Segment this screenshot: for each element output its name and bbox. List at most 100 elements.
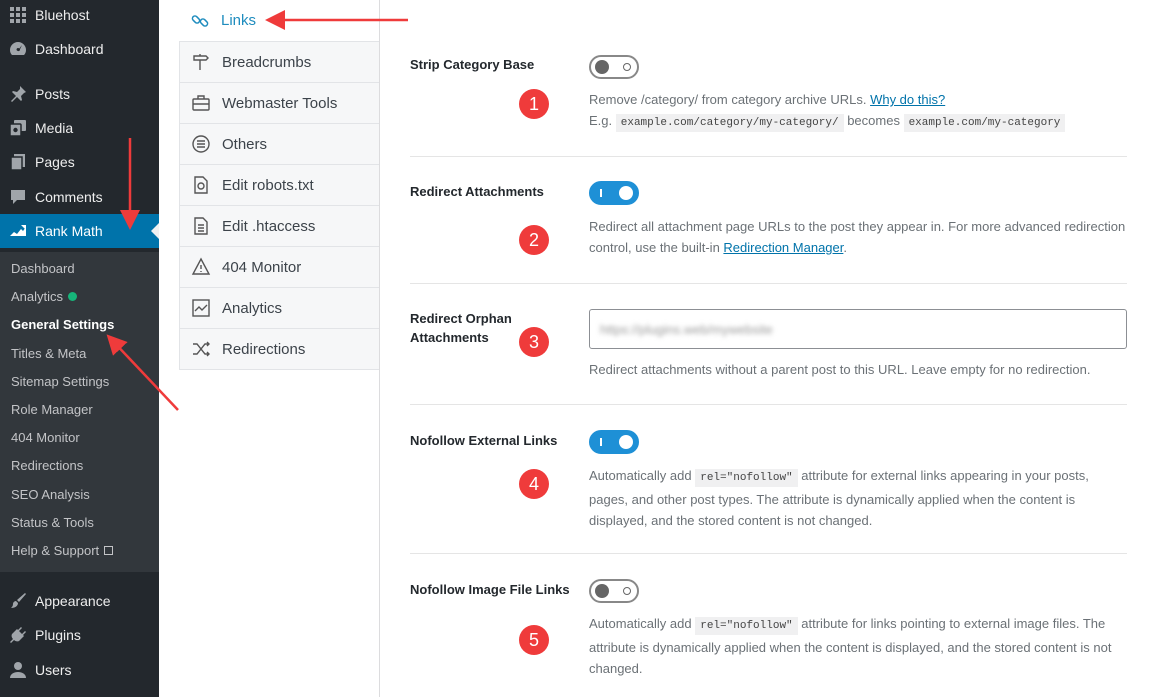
redirection-manager-link[interactable]: Redirection Manager: [723, 240, 843, 255]
divider: [410, 156, 1127, 157]
desc-text: Remove /category/ from category archive …: [589, 92, 871, 107]
input-value: https://plugins.web/mywebsite: [600, 321, 773, 337]
tab-label: Webmaster Tools: [222, 94, 338, 112]
redirect-attachments-toggle[interactable]: [589, 181, 639, 205]
strip-category-label: Strip Category Base: [410, 57, 535, 72]
tab-others[interactable]: Others: [179, 123, 380, 164]
submenu-item-role-manager[interactable]: Role Manager: [11, 402, 93, 417]
code-example: example.com/my-category: [903, 114, 1066, 132]
tab-breadcrumbs[interactable]: Breadcrumbs: [179, 41, 380, 82]
status-dot: [68, 292, 78, 301]
tab-edit-robots[interactable]: Edit robots.txt: [179, 164, 380, 205]
robot-file-icon: [180, 175, 222, 195]
tab-label: Edit .htaccess: [222, 217, 316, 235]
pages-icon: [0, 153, 35, 171]
active-indicator: [151, 223, 159, 239]
menu-item-pages[interactable]: Pages: [0, 145, 159, 179]
submenu-label: Sitemap Settings: [11, 374, 110, 389]
strip-category-toggle[interactable]: [589, 55, 639, 79]
tab-analytics[interactable]: Analytics: [179, 287, 380, 328]
toolbox-icon: [180, 93, 222, 113]
menu-label: Posts: [35, 86, 71, 102]
tab-label: Links: [221, 12, 257, 29]
desc-text: Redirect all attachment page URLs to the…: [589, 219, 1126, 255]
external-link-icon: [104, 546, 114, 555]
redirect-attachments-label: Redirect Attachments: [410, 184, 544, 199]
settings-panel: Strip Category Base Remove /category/ fr…: [380, 0, 1153, 697]
brush-icon: [0, 592, 35, 610]
desc-text: E.g.: [589, 113, 616, 128]
submenu-label: Dashboard: [11, 261, 75, 276]
callout-badge-1: 1: [519, 89, 549, 119]
submenu-item-404-monitor[interactable]: 404 Monitor: [11, 430, 80, 445]
menu-item-comments[interactable]: Comments: [0, 180, 159, 214]
submenu-label: Redirections: [11, 458, 84, 473]
comment-icon: [0, 188, 35, 206]
submenu-item-status-tools[interactable]: Status & Tools: [11, 515, 94, 530]
menu-item-rank-math[interactable]: Rank Math: [0, 214, 159, 248]
code-example: rel="nofollow": [695, 617, 798, 635]
nofollow-image-description: Automatically add rel="nofollow" attribu…: [589, 613, 1129, 679]
nofollow-external-label: Nofollow External Links: [410, 433, 558, 448]
desc-text: Automatically add: [589, 468, 696, 483]
file-icon: [180, 216, 222, 236]
tab-404-monitor[interactable]: 404 Monitor: [179, 246, 380, 287]
tab-redirections[interactable]: Redirections: [179, 328, 380, 369]
submenu-item-general-settings[interactable]: General Settings: [11, 317, 114, 332]
divider: [410, 553, 1127, 554]
warning-icon: [180, 257, 222, 277]
tab-label: Edit robots.txt: [222, 176, 314, 194]
label-line: Redirect Orphan: [410, 311, 512, 326]
tab-links[interactable]: Links: [179, 0, 380, 41]
tab-label: Redirections: [222, 340, 306, 358]
menu-item-bluehost[interactable]: Bluehost: [0, 0, 159, 32]
menu-label: Dashboard: [35, 41, 104, 57]
why-do-this-link[interactable]: Why do this?: [870, 92, 945, 107]
menu-item-media[interactable]: Media: [0, 111, 159, 145]
tab-label: Others: [222, 135, 268, 153]
toggle-on-mark: [600, 438, 602, 446]
submenu-item-help-support[interactable]: Help & Support: [11, 543, 114, 558]
desc-text: .: [843, 240, 847, 255]
submenu-label: Help & Support: [11, 543, 100, 558]
nofollow-external-toggle[interactable]: [589, 430, 639, 454]
nofollow-image-toggle[interactable]: [589, 579, 639, 603]
menu-item-dashboard[interactable]: Dashboard: [0, 32, 159, 66]
wp-admin-sidebar: Bluehost Dashboard Posts Media Pages Com…: [0, 0, 159, 697]
toggle-off-mark: [623, 587, 631, 595]
desc-text: Automatically add: [589, 616, 696, 631]
redirect-attachments-description: Redirect all attachment page URLs to the…: [589, 216, 1129, 258]
callout-badge-4: 4: [519, 469, 549, 499]
pin-icon: [0, 85, 35, 103]
menu-item-plugins[interactable]: Plugins: [0, 618, 159, 652]
menu-item-appearance[interactable]: Appearance: [0, 584, 159, 618]
submenu-item-dashboard[interactable]: Dashboard: [11, 261, 75, 276]
submenu-item-seo-analysis[interactable]: SEO Analysis: [11, 487, 90, 502]
shuffle-icon: [180, 339, 222, 359]
divider: [410, 404, 1127, 405]
toggle-on-mark: [600, 189, 602, 197]
tab-edit-htaccess[interactable]: Edit .htaccess: [179, 205, 380, 246]
submenu-item-titles-meta[interactable]: Titles & Meta: [11, 346, 86, 361]
callout-badge-5: 5: [519, 625, 549, 655]
submenu-label: General Settings: [11, 317, 115, 332]
submenu-item-sitemap-settings[interactable]: Sitemap Settings: [11, 374, 109, 389]
callout-badge-2: 2: [519, 225, 549, 255]
nofollow-external-description: Automatically add rel="nofollow" attribu…: [589, 465, 1129, 531]
menu-item-users[interactable]: Users: [0, 653, 159, 687]
redirect-orphan-url-input[interactable]: https://plugins.web/mywebsite: [589, 309, 1127, 349]
submenu-item-analytics[interactable]: Analytics: [11, 289, 78, 304]
submenu-item-redirections[interactable]: Redirections: [11, 458, 83, 473]
tab-webmaster-tools[interactable]: Webmaster Tools: [179, 82, 380, 123]
submenu-label: Status & Tools: [11, 515, 94, 530]
strip-category-description: Remove /category/ from category archive …: [589, 89, 1129, 134]
link-icon: [179, 11, 221, 31]
menu-item-posts[interactable]: Posts: [0, 77, 159, 111]
grid-icon: [0, 6, 35, 24]
toggle-knob: [595, 584, 609, 598]
dashboard-icon: [0, 40, 35, 58]
users-icon: [0, 661, 35, 679]
submenu-label: Titles & Meta: [11, 346, 87, 361]
submenu-label: Role Manager: [11, 402, 93, 417]
menu-label: Media: [35, 120, 74, 136]
